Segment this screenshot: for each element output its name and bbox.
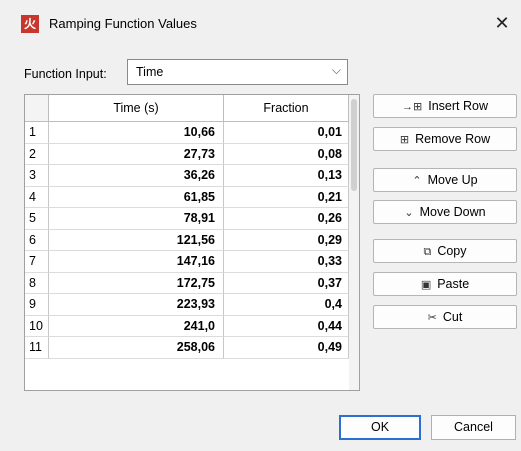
time-cell[interactable]: 78,91 [49, 208, 224, 230]
time-cell[interactable]: 223,93 [49, 294, 224, 316]
cut-label: Cut [442, 310, 463, 324]
fraction-cell[interactable]: 0,4 [224, 294, 349, 316]
remove-row-button[interactable]: ⊞ Remove Row [373, 127, 517, 151]
time-cell[interactable]: 241,0 [49, 315, 224, 337]
row-index-cell[interactable]: 2 [25, 143, 49, 165]
header-time[interactable]: Time (s) [49, 95, 224, 122]
row-index-cell[interactable]: 6 [25, 229, 49, 251]
table-row[interactable]: 5 78,91 0,26 [25, 208, 349, 230]
table-row[interactable]: 2 27,73 0,08 [25, 143, 349, 165]
table-row[interactable]: 6 121,56 0,29 [25, 229, 349, 251]
app-icon: 火 [21, 15, 39, 33]
fraction-cell[interactable]: 0,21 [224, 186, 349, 208]
move-down-label: Move Down [419, 205, 486, 219]
fraction-cell[interactable]: 0,29 [224, 229, 349, 251]
row-index-cell[interactable]: 3 [25, 165, 49, 187]
table-row[interactable]: 8 172,75 0,37 [25, 272, 349, 294]
table-body: 1 10,66 0,01 2 27,73 0,08 3 36,26 0,13 4 61,85 0,21… [25, 122, 349, 359]
move-down-button[interactable]: ⌄ Move Down [373, 200, 517, 224]
table-row[interactable]: 7 147,16 0,33 [25, 251, 349, 273]
row-index-cell[interactable]: 4 [25, 186, 49, 208]
insert-row-label: Insert Row [428, 99, 488, 113]
chevron-down-icon: ⌵ [331, 63, 341, 77]
time-cell[interactable]: 147,16 [49, 251, 224, 273]
copy-icon: ⧉ [423, 246, 432, 258]
vertical-scrollbar[interactable] [349, 95, 359, 390]
insert-row-button[interactable]: →⊞ Insert Row [373, 94, 517, 118]
table-row[interactable]: 3 36,26 0,13 [25, 165, 349, 187]
cut-button[interactable]: ✂ Cut [373, 305, 517, 329]
time-cell[interactable]: 27,73 [49, 143, 224, 165]
time-cell[interactable]: 258,06 [49, 337, 224, 359]
row-index-cell[interactable]: 7 [25, 251, 49, 273]
fraction-cell[interactable]: 0,33 [224, 251, 349, 273]
move-down-icon: ⌄ [404, 207, 414, 219]
remove-row-icon: ⊞ [399, 134, 410, 146]
time-cell[interactable]: 10,66 [49, 122, 224, 144]
time-cell[interactable]: 61,85 [49, 186, 224, 208]
fraction-cell[interactable]: 0,44 [224, 315, 349, 337]
fraction-cell[interactable]: 0,13 [224, 165, 349, 187]
paste-button[interactable]: ▣ Paste [373, 272, 517, 296]
paste-label: Paste [437, 277, 470, 291]
row-index-cell[interactable]: 11 [25, 337, 49, 359]
scrollbar-thumb[interactable] [351, 99, 357, 191]
table-row[interactable]: 11 258,06 0,49 [25, 337, 349, 359]
move-up-icon: ⌃ [412, 175, 422, 187]
time-cell[interactable]: 172,75 [49, 272, 224, 294]
function-input-value: Time [136, 65, 164, 79]
window-title: Ramping Function Values [49, 16, 197, 31]
copy-button[interactable]: ⧉ Copy [373, 239, 517, 263]
row-index-cell[interactable]: 8 [25, 272, 49, 294]
move-up-label: Move Up [427, 173, 478, 187]
function-input-label: Function Input: [24, 67, 107, 81]
paste-icon: ▣ [420, 279, 432, 291]
table-row[interactable]: 1 10,66 0,01 [25, 122, 349, 144]
cut-icon: ✂ [427, 312, 437, 324]
copy-label: Copy [437, 244, 467, 258]
fraction-cell[interactable]: 0,01 [224, 122, 349, 144]
fraction-cell[interactable]: 0,37 [224, 272, 349, 294]
table-header: Time (s) Fraction [25, 95, 359, 122]
table-row[interactable]: 10 241,0 0,44 [25, 315, 349, 337]
time-cell[interactable]: 121,56 [49, 229, 224, 251]
close-icon[interactable]: ✕ [491, 12, 513, 34]
fraction-cell[interactable]: 0,26 [224, 208, 349, 230]
insert-row-icon: →⊞ [402, 101, 423, 113]
move-up-button[interactable]: ⌃ Move Up [373, 168, 517, 192]
values-table[interactable]: Time (s) Fraction 1 10,66 0,01 2 27,73 0,08 3 3… [24, 94, 360, 391]
remove-row-label: Remove Row [415, 132, 491, 146]
row-index-cell[interactable]: 1 [25, 122, 49, 144]
table-row[interactable]: 4 61,85 0,21 [25, 186, 349, 208]
title-bar: 火 Ramping Function Values ✕ [0, 0, 521, 46]
header-index [25, 95, 49, 122]
cancel-button[interactable]: Cancel [431, 415, 516, 440]
row-index-cell[interactable]: 9 [25, 294, 49, 316]
header-fraction[interactable]: Fraction [224, 95, 349, 122]
fraction-cell[interactable]: 0,49 [224, 337, 349, 359]
row-index-cell[interactable]: 5 [25, 208, 49, 230]
function-input-select[interactable]: Time ⌵ [127, 59, 348, 85]
table-row[interactable]: 9 223,93 0,4 [25, 294, 349, 316]
time-cell[interactable]: 36,26 [49, 165, 224, 187]
row-index-cell[interactable]: 10 [25, 315, 49, 337]
ok-button[interactable]: OK [339, 415, 421, 440]
fraction-cell[interactable]: 0,08 [224, 143, 349, 165]
